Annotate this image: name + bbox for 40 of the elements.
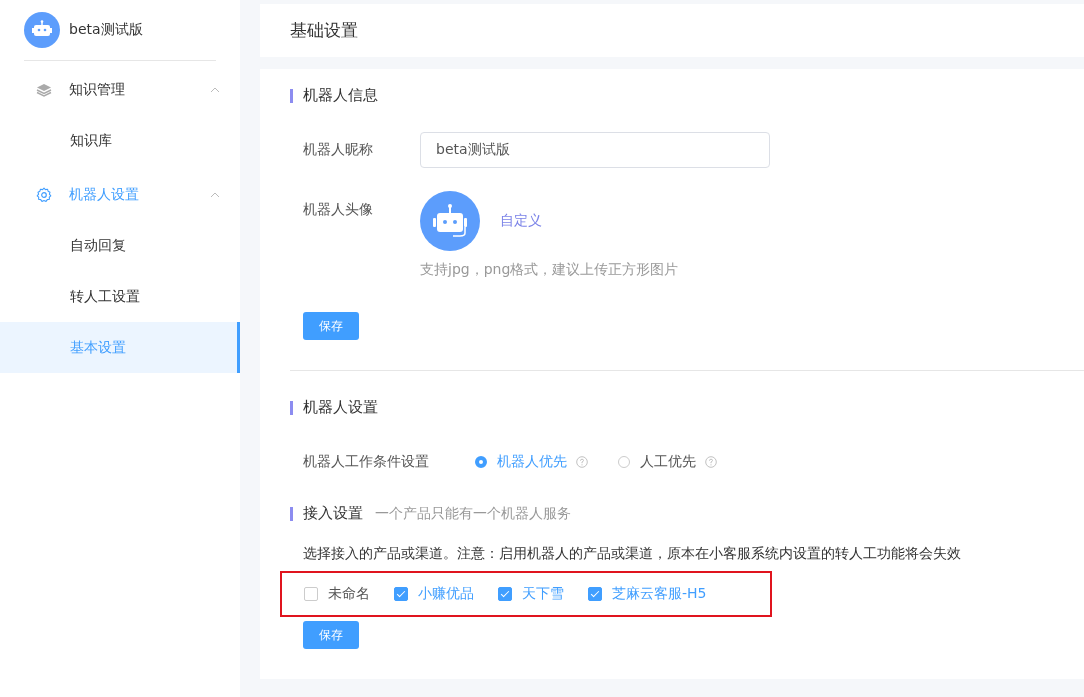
- section-title: 接入设置: [303, 504, 363, 523]
- checkbox-label[interactable]: 未命名: [328, 585, 370, 603]
- notice-text: 选择接入的产品或渠道。注意：启用机器人的产品或渠道，原本在小客服系统内设置的转人工功能将会失效: [303, 545, 962, 563]
- checkbox[interactable]: [304, 587, 318, 601]
- field-label: 机器人昵称: [303, 141, 374, 159]
- checkbox-label[interactable]: 芝麻云客服-H5: [612, 585, 707, 603]
- radio-button[interactable]: [475, 456, 487, 468]
- menu-item[interactable]: 知识库: [0, 115, 240, 166]
- help-icon: [705, 456, 717, 468]
- checkbox[interactable]: [394, 587, 408, 601]
- section-title: 机器人信息: [303, 86, 378, 105]
- section-subtitle: 一个产品只能有一个机器人服务: [375, 504, 571, 523]
- save-button[interactable]: 保存: [303, 312, 359, 340]
- field-label: 机器人工作条件设置: [303, 453, 430, 471]
- checkbox-label[interactable]: 小赚优品: [418, 585, 474, 603]
- menu-group[interactable]: 知识管理: [0, 65, 240, 115]
- robot-avatar-icon: [420, 191, 480, 251]
- section-title: 机器人设置: [303, 398, 378, 417]
- menu-item[interactable]: 转人工设置: [0, 271, 240, 322]
- checkbox[interactable]: [588, 587, 602, 601]
- menu-item[interactable]: 基本设置: [0, 322, 240, 373]
- radio-label[interactable]: 人工优先: [640, 453, 696, 471]
- robot-avatar-icon: [24, 12, 60, 48]
- page-title: 基础设置: [290, 19, 358, 42]
- customize-link[interactable]: 自定义: [500, 212, 542, 230]
- chevron-icon: [210, 192, 220, 198]
- menu-group[interactable]: 机器人设置: [0, 170, 240, 220]
- layers-icon: [36, 82, 52, 98]
- checkbox-label[interactable]: 天下雪: [522, 585, 564, 603]
- help-icon: [576, 456, 588, 468]
- settings-icon: [36, 187, 52, 203]
- menu-item[interactable]: 自动回复: [0, 220, 240, 271]
- avatar-hint: 支持jpg，png格式，建议上传正方形图片: [420, 261, 679, 279]
- chevron-icon: [210, 87, 220, 93]
- save-button[interactable]: 保存: [303, 621, 359, 649]
- field-label: 机器人头像: [303, 201, 374, 219]
- nickname-field[interactable]: beta测试版: [420, 132, 770, 168]
- radio-label[interactable]: 机器人优先: [497, 453, 567, 471]
- checkbox[interactable]: [498, 587, 512, 601]
- bot-name: beta测试版: [69, 21, 143, 39]
